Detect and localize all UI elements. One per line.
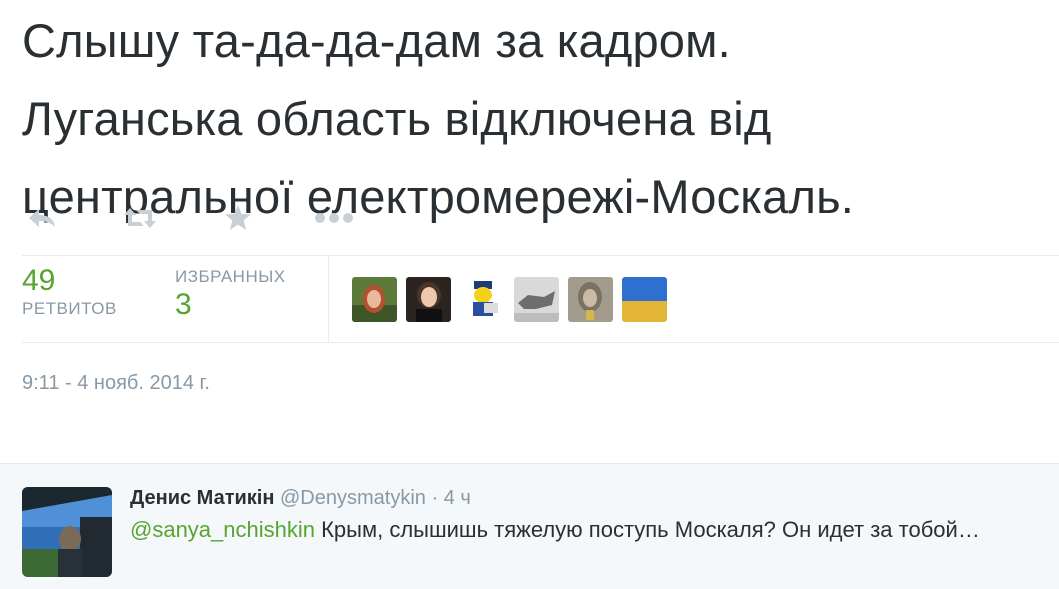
tweet-stats: 49 РЕТВИТОВ ИЗБРАННЫХ 3 <box>22 255 1059 343</box>
avatar[interactable] <box>22 487 112 577</box>
tweet-text: Слышу та-да-да-дам за кадром. Луганська … <box>22 2 1042 236</box>
tweet-text-line: Слышу та-да-да-дам за кадром. <box>22 14 731 67</box>
stats-divider <box>328 256 329 342</box>
reply-button[interactable] <box>22 198 62 238</box>
reply-header: Денис Матикін @Denysmatykin · 4 ч <box>130 485 471 511</box>
avatar[interactable] <box>568 277 613 322</box>
tweet-text-line: Луганська область відключена від <box>22 92 772 145</box>
retweets-label: РЕТВИТОВ <box>22 299 117 318</box>
more-dots-icon <box>315 213 353 223</box>
reply-tweet[interactable]: Денис Матикін @Denysmatykin · 4 ч @sanya… <box>0 463 1059 589</box>
avatar[interactable] <box>622 277 667 322</box>
reply-time[interactable]: 4 ч <box>444 487 471 509</box>
favorite-button[interactable] <box>218 198 258 238</box>
reply-text: @sanya_nchishkin Крым, слышишь тяжелую п… <box>130 514 1050 546</box>
avatar[interactable] <box>460 277 505 322</box>
favorites-count: 3 <box>175 288 192 321</box>
retweet-button[interactable] <box>120 198 160 238</box>
reply-text-body: Крым, слышишь тяжелую поступь Москаля? О… <box>315 517 980 542</box>
reply-mention-link[interactable]: @sanya_nchishkin <box>130 517 315 542</box>
retweet-icon <box>124 208 156 228</box>
tweet-timestamp[interactable]: 9:11 - 4 нояб. 2014 г. <box>22 372 210 395</box>
avatar[interactable] <box>406 277 451 322</box>
reply-separator: · <box>431 487 439 509</box>
favorites-stat[interactable]: ИЗБРАННЫХ 3 <box>175 266 286 322</box>
reply-icon <box>29 209 55 227</box>
retweets-count: 49 <box>22 264 56 297</box>
avatar[interactable] <box>514 277 559 322</box>
more-button[interactable] <box>314 198 354 238</box>
avatar[interactable] <box>352 277 397 322</box>
reply-author-name[interactable]: Денис Матикін <box>130 487 274 509</box>
reply-author-handle[interactable]: @Denysmatykin <box>280 487 426 509</box>
favorite-star-icon <box>225 205 251 230</box>
retweets-stat[interactable]: 49 РЕТВИТОВ <box>22 264 117 320</box>
favorites-label: ИЗБРАННЫХ <box>175 267 286 286</box>
tweet-text-line: центральної електромережі-Москаль. <box>22 170 855 223</box>
